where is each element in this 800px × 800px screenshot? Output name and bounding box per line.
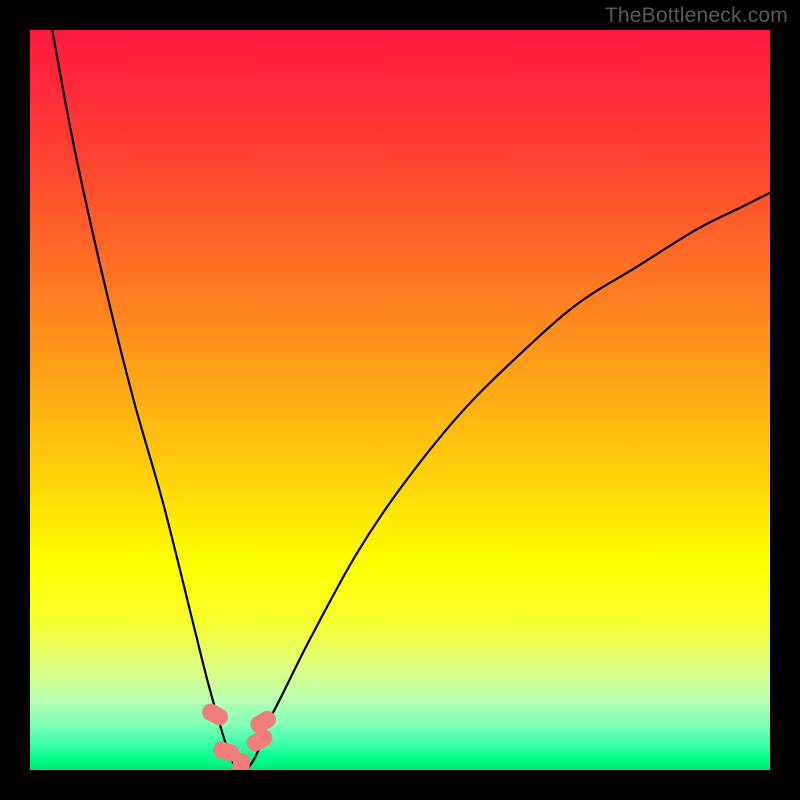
plot-area (30, 30, 770, 770)
curve-marker (200, 701, 230, 727)
curve-layer (30, 30, 770, 770)
marker-group (200, 701, 279, 770)
watermark-text: TheBottleneck.com (605, 4, 788, 28)
bottleneck-curve (52, 30, 770, 770)
outer-frame: TheBottleneck.com (0, 0, 800, 800)
